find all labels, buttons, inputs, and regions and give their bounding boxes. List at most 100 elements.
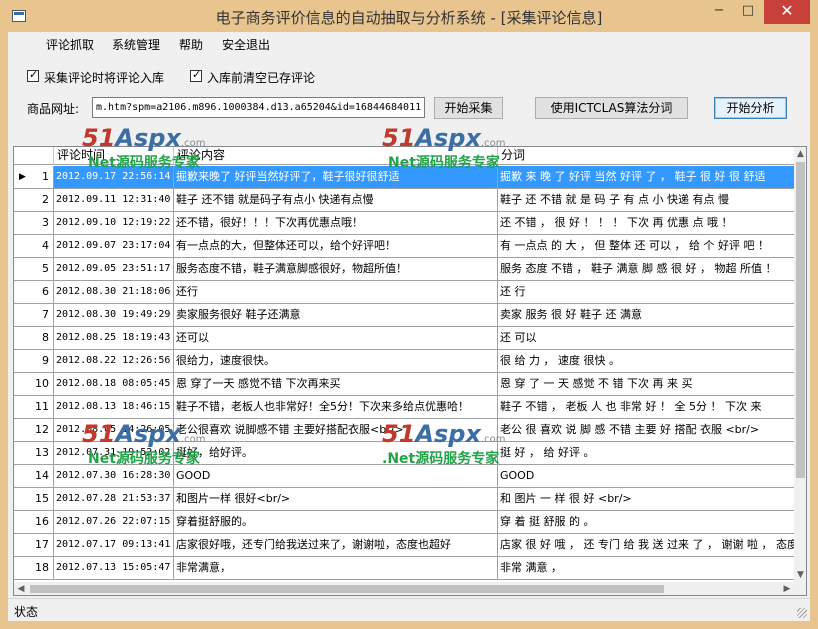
cell-time[interactable]: 2012.08.25 18:19:43 <box>54 327 174 350</box>
close-button[interactable]: ✕ <box>764 0 810 24</box>
scroll-right-icon[interactable]: ▶ <box>780 582 794 595</box>
table-row[interactable]: 12 2012.08.05 14:26:05 老公很喜欢 说脚感不错 主要好搭配衣服… <box>14 419 794 442</box>
cell-content[interactable]: 和图片一样 很好<br/> <box>174 488 498 511</box>
table-row[interactable]: 11 2012.08.13 18:46:15 鞋子不错，老板人也非常好！全5分！下次… <box>14 396 794 419</box>
cell-content[interactable]: 鞋子 还不错 就是码子有点小 快递有点慢 <box>174 189 498 212</box>
cell-segmentation[interactable]: 店家 很 好 哦 ， 还 专门 给 我 送 过来 了 ， 谢谢 啦 ， 态度 <box>498 534 794 557</box>
cell-segmentation[interactable]: 和 图片 一 样 很 好 <br/> <box>498 488 794 511</box>
row-header[interactable]: 10 <box>14 373 54 396</box>
cell-time[interactable]: 2012.09.11 12:31:40 <box>54 189 174 212</box>
row-header[interactable]: 7 <box>14 304 54 327</box>
resize-grip-icon[interactable] <box>797 608 807 618</box>
cell-time[interactable]: 2012.07.30 16:28:30 <box>54 465 174 488</box>
cell-segmentation[interactable]: 卖家 服务 很 好 鞋子 还 满意 <box>498 304 794 327</box>
cell-content[interactable]: 恩 穿了一天 感觉不错 下次再来买 <box>174 373 498 396</box>
cell-segmentation[interactable]: 还 可以 <box>498 327 794 350</box>
cell-segmentation[interactable]: 穿 着 挺 舒服 的 。 <box>498 511 794 534</box>
maximize-button[interactable]: □ <box>734 0 762 24</box>
cell-segmentation[interactable]: 还 行 <box>498 281 794 304</box>
cell-time[interactable]: 2012.07.26 22:07:15 <box>54 511 174 534</box>
row-header[interactable]: 3 <box>14 212 54 235</box>
cell-time[interactable]: 2012.08.05 14:26:05 <box>54 419 174 442</box>
vertical-scroll-thumb[interactable] <box>796 162 805 478</box>
cell-time[interactable]: 2012.08.30 21:18:06 <box>54 281 174 304</box>
menu-system-management[interactable]: 系统管理 <box>112 36 160 53</box>
scroll-up-icon[interactable]: ▲ <box>794 147 806 161</box>
table-row[interactable]: 17 2012.07.17 09:13:41 店家很好哦，还专门给我送过来了，谢谢啦… <box>14 534 794 557</box>
comments-grid[interactable]: 评论时间 评论内容 分词 1 2012.09.17 22:56:14 掘歉来晚了 好… <box>13 146 807 596</box>
cell-content[interactable]: 穿着挺舒服的。 <box>174 511 498 534</box>
cell-content[interactable]: 店家很好哦，还专门给我送过来了，谢谢啦，态度也超好 <box>174 534 498 557</box>
table-row[interactable]: 8 2012.08.25 18:19:43 还可以还 可以 <box>14 327 794 350</box>
cell-content[interactable]: 还可以 <box>174 327 498 350</box>
table-row[interactable]: 14 2012.07.30 16:28:30 GOOD GOOD <box>14 465 794 488</box>
row-header[interactable]: 13 <box>14 442 54 465</box>
table-row[interactable]: 7 2012.08.30 19:49:29 卖家服务很好 鞋子还满意 卖家 服务 很 … <box>14 304 794 327</box>
table-row[interactable]: 10 2012.08.18 08:05:45 恩 穿了一天 感觉不错 下次再来买恩 … <box>14 373 794 396</box>
row-header[interactable]: 15 <box>14 488 54 511</box>
url-input[interactable]: m.htm?spm=a2106.m896.1000384.d13.a65204&… <box>92 97 425 118</box>
vertical-scrollbar[interactable]: ▲ ▼ <box>794 147 806 582</box>
cell-content[interactable]: 非常满意， <box>174 557 498 580</box>
table-row[interactable]: 3 2012.09.10 12:19:22 还不错，很好！！！下次再优惠点哦！还 不… <box>14 212 794 235</box>
start-analysis-button[interactable]: 开始分析 <box>714 97 787 119</box>
cell-segmentation[interactable]: 鞋子 还 不错 就 是 码 子 有 点 小 快递 有点 慢 <box>498 189 794 212</box>
cell-content[interactable]: 有一点点的大，但整体还可以，给个好评吧！ <box>174 235 498 258</box>
cell-time[interactable]: 2012.07.31 19:52:02 <box>54 442 174 465</box>
cell-time[interactable]: 2012.09.05 23:51:17 <box>54 258 174 281</box>
row-header[interactable]: 12 <box>14 419 54 442</box>
cell-content[interactable]: GOOD <box>174 465 498 488</box>
column-header-time[interactable]: 评论时间 <box>54 147 174 165</box>
ictclas-segment-button[interactable]: 使用ICTCLAS算法分词 <box>535 97 688 119</box>
scroll-down-icon[interactable]: ▼ <box>794 568 806 582</box>
table-row[interactable]: 15 2012.07.28 21:53:37 和图片一样 很好<br/> 和 图片 一… <box>14 488 794 511</box>
table-row[interactable]: 16 2012.07.26 22:07:15 穿着挺舒服的。穿 着 挺 舒服 的 。 <box>14 511 794 534</box>
table-row[interactable]: 1 2012.09.17 22:56:14 掘歉来晚了 好评当然好评了，鞋子很好很舒… <box>14 166 794 189</box>
cell-content[interactable]: 服务态度不错，鞋子满意脚感很好，物超所值！ <box>174 258 498 281</box>
row-header[interactable]: 16 <box>14 511 54 534</box>
cell-content[interactable]: 挺好，给好评。 <box>174 442 498 465</box>
table-row[interactable]: 6 2012.08.30 21:18:06 还行还 行 <box>14 281 794 304</box>
row-header[interactable]: 4 <box>14 235 54 258</box>
table-row[interactable]: 9 2012.08.22 12:26:56 很给力，速度很快。很 给 力 ， 速度 … <box>14 350 794 373</box>
cell-time[interactable]: 2012.07.13 15:05:47 <box>54 557 174 580</box>
clear-before-store-checkbox[interactable]: ✓ <box>190 68 202 82</box>
cell-segmentation[interactable]: 鞋子 不错 ， 老板 人 也 非常 好 ！ 全 5分 ！ 下次 来 <box>498 396 794 419</box>
row-header[interactable]: 6 <box>14 281 54 304</box>
menu-safe-exit[interactable]: 安全退出 <box>222 36 270 53</box>
cell-segmentation[interactable]: 掘歉 来 晚 了 好评 当然 好评 了 ， 鞋子 很 好 很 舒适 <box>498 166 794 189</box>
start-collect-button[interactable]: 开始采集 <box>434 97 503 119</box>
cell-segmentation[interactable]: 服务 态度 不错 ， 鞋子 满意 脚 感 很 好 ， 物超 所值 ！ <box>498 258 794 281</box>
cell-content[interactable]: 卖家服务很好 鞋子还满意 <box>174 304 498 327</box>
row-header[interactable]: 18 <box>14 557 54 580</box>
menu-help[interactable]: 帮助 <box>179 36 203 53</box>
column-header-segmentation[interactable]: 分词 <box>498 147 794 165</box>
row-header[interactable]: 17 <box>14 534 54 557</box>
cell-segmentation[interactable]: 挺 好 ， 给 好评 。 <box>498 442 794 465</box>
row-header[interactable]: 5 <box>14 258 54 281</box>
cell-segmentation[interactable]: 有 一点点 的 大 ， 但 整体 还 可以 ， 给 个 好评 吧 ！ <box>498 235 794 258</box>
table-row[interactable]: 13 2012.07.31 19:52:02 挺好，给好评。挺 好 ， 给 好评 。 <box>14 442 794 465</box>
scroll-left-icon[interactable]: ◀ <box>14 582 28 595</box>
row-header[interactable]: 8 <box>14 327 54 350</box>
cell-time[interactable]: 2012.09.17 22:56:14 <box>54 166 174 189</box>
cell-content[interactable]: 掘歉来晚了 好评当然好评了，鞋子很好很舒适 <box>174 166 498 189</box>
row-header[interactable]: 9 <box>14 350 54 373</box>
cell-content[interactable]: 还行 <box>174 281 498 304</box>
cell-time[interactable]: 2012.08.22 12:26:56 <box>54 350 174 373</box>
menu-comment-capture[interactable]: 评论抓取 <box>46 36 94 53</box>
table-row[interactable]: 5 2012.09.05 23:51:17 服务态度不错，鞋子满意脚感很好，物超所值… <box>14 258 794 281</box>
cell-time[interactable]: 2012.08.18 08:05:45 <box>54 373 174 396</box>
cell-time[interactable]: 2012.07.28 21:53:37 <box>54 488 174 511</box>
horizontal-scrollbar[interactable]: ◀ ▶ <box>14 582 794 595</box>
cell-content[interactable]: 老公很喜欢 说脚感不错 主要好搭配衣服<br/> <box>174 419 498 442</box>
row-header[interactable]: 14 <box>14 465 54 488</box>
cell-segmentation[interactable]: GOOD <box>498 465 794 488</box>
cell-segmentation[interactable]: 老公 很 喜欢 说 脚 感 不错 主要 好 搭配 衣服 <br/> <box>498 419 794 442</box>
cell-content[interactable]: 很给力，速度很快。 <box>174 350 498 373</box>
column-header-content[interactable]: 评论内容 <box>174 147 498 165</box>
cell-time[interactable]: 2012.08.13 18:46:15 <box>54 396 174 419</box>
table-row[interactable]: 4 2012.09.07 23:17:04 有一点点的大，但整体还可以，给个好评吧！… <box>14 235 794 258</box>
cell-time[interactable]: 2012.09.07 23:17:04 <box>54 235 174 258</box>
cell-time[interactable]: 2012.07.17 09:13:41 <box>54 534 174 557</box>
